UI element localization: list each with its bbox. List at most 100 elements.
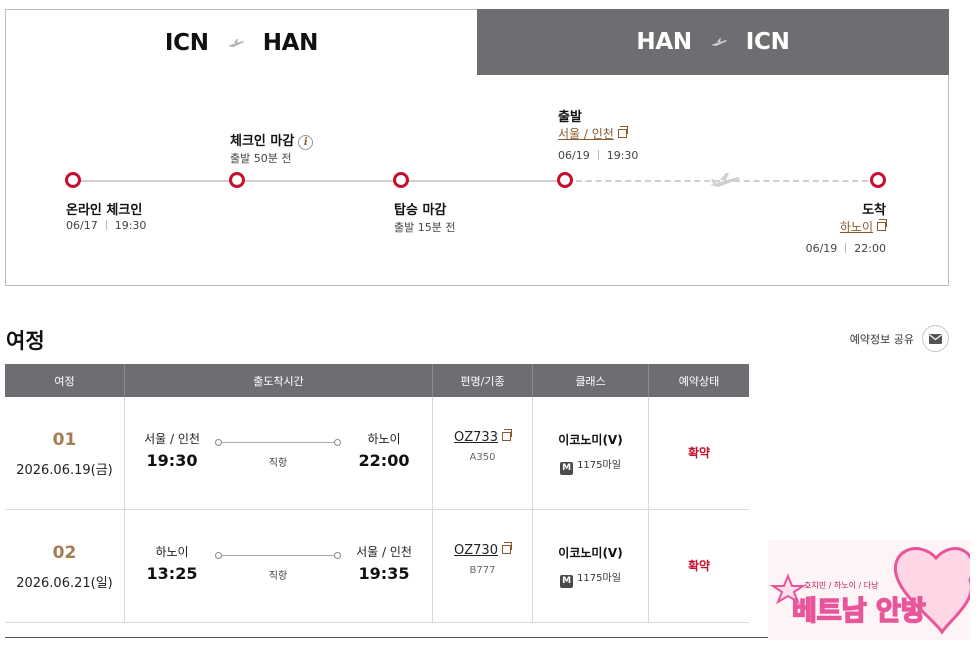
checkin-deadline-label: 체크인 마감 [230,134,295,149]
online-checkin-time: 19:30 [114,219,147,232]
timeline-dot-online-checkin [65,172,81,188]
departure-date: 06/19 [558,149,590,162]
tab-inbound-to: ICN [745,29,790,55]
table-header: 여정 출도착시간 편명/기종 클래스 예약상태 [5,364,749,397]
plane-icon [710,38,727,46]
tab-outbound-from: ICN [164,29,209,56]
timeline-panel: 온라인 체크인 06/17 19:30 체크인 마감 i 출발 50분 전 탑승 마… [5,75,949,286]
status-cell: 확약 [649,510,749,622]
header-flight: 편명/기종 [433,364,533,397]
miles-icon: M [560,575,574,588]
header-times: 출도착시간 [125,364,433,397]
header-segment: 여정 [5,364,125,397]
tab-inbound-from: HAN [636,29,692,55]
class-cell: 이코노미(V) M 1175마일 [533,510,649,622]
plane-icon [710,173,740,187]
info-icon[interactable]: i [298,135,314,150]
departure-city: 하노이 [155,545,189,559]
boarding-deadline-note: 출발 15분 전 [394,221,456,234]
flight-number: OZ730 [454,543,498,558]
table-row: 02 2026.06.21(일) 하노이 13:25 직항 서울 / 인천 19… [5,510,749,623]
header-status: 예약상태 [678,374,720,388]
times-cell: 서울 / 인천 19:30 직항 하노이 22:00 [125,397,433,509]
booking-status: 확약 [687,559,711,573]
online-checkin-datetime: 06/17 19:30 [66,219,146,232]
cabin-class: 이코노미(V) [558,546,623,560]
timeline-dot-departure [557,172,573,188]
table-row: 01 2026.06.19(금) 서울 / 인천 19:30 직항 하노이 22… [5,397,749,510]
miles-icon: M [560,462,574,475]
segment-cell: 02 2026.06.21(일) [5,510,125,622]
flight-number: OZ733 [454,430,498,445]
arrival-date: 06/19 [805,242,838,255]
arrival-city: 서울 / 인천 [356,545,412,559]
boarding-deadline-title: 탑승 마감 [394,203,447,218]
timeline-dot-arrival [870,172,886,188]
tab-outbound-to: HAN [262,29,319,56]
miles-value: 1175마일 [577,460,621,471]
arrival-city: 하노이 [839,220,873,234]
online-checkin-date: 06/17 [66,219,98,232]
route-line [215,552,341,559]
tab-outbound[interactable]: ICN HAN [5,9,477,75]
aircraft-type: A350 [469,452,496,463]
cabin-class: 이코노미(V) [558,433,623,447]
arrival-time: 22:00 [854,242,886,255]
share-booking-label: 예약정보 공유 [849,332,914,346]
arrival-time: 19:35 [358,564,410,583]
itinerary-title: 여정 [6,329,45,353]
external-link-icon [501,429,512,441]
arrival-city-link[interactable]: 하노이 [839,218,887,235]
segment-date: 2026.06.19(금) [16,463,113,478]
arrival-datetime: 06/19 22:00 [806,242,886,255]
departure-datetime: 06/19 19:30 [558,149,638,162]
plane-icon [227,38,244,47]
mail-icon [929,333,942,344]
status-cell: 확약 [649,397,749,509]
arrival-time: 22:00 [358,451,410,470]
miles-value: 1175마일 [577,573,621,584]
departure-city-link[interactable]: 서울 / 인천 [558,125,628,142]
segment-cell: 01 2026.06.19(금) [5,397,125,509]
header-class: 클래스 [533,364,649,397]
booking-status: 확약 [687,446,711,460]
watermark-small-text: 호치민 / 하노이 / 다낭 [804,580,879,590]
watermark-big-text: 베트남 안방 [792,596,926,627]
arrival-title: 도착 [862,203,886,218]
aircraft-type: B777 [469,565,496,576]
flight-number-link[interactable]: OZ730 [433,542,532,558]
share-icon-circle[interactable] [922,325,949,352]
class-cell: 이코노미(V) M 1175마일 [533,397,649,509]
times-cell: 하노이 13:25 직항 서울 / 인천 19:35 [125,510,433,622]
flight-type: 직항 [268,571,288,582]
arrival-city: 하노이 [367,432,401,446]
flight-number-link[interactable]: OZ733 [433,429,532,445]
external-link-icon [617,126,628,138]
miles-info: M 1175마일 [533,456,648,475]
external-link-icon [501,542,512,554]
departure-time: 19:30 [146,451,198,470]
route-tabs: ICN HAN HAN ICN [5,9,949,75]
segment-number: 02 [52,543,77,563]
departure-title: 출발 [558,110,582,125]
timeline-line [73,180,566,182]
flight-type: 직항 [268,458,288,469]
checkin-deadline-title: 체크인 마감 i [230,130,314,150]
miles-info: M 1175마일 [533,569,648,588]
departure-time: 13:25 [146,564,198,583]
timeline-dot-boarding-deadline [393,172,409,188]
departure-time: 19:30 [606,149,639,162]
departure-city: 서울 / 인천 [558,127,614,141]
departure-city: 서울 / 인천 [144,432,200,446]
share-booking-button[interactable]: 예약정보 공유 [850,325,949,352]
segment-date: 2026.06.21(일) [16,576,113,591]
online-checkin-title: 온라인 체크인 [66,203,143,218]
itinerary-table: 여정 출도착시간 편명/기종 클래스 예약상태 01 2026.06.19(금)… [5,364,749,623]
flight-cell: OZ730 B777 [433,510,533,622]
watermark-logo: 호치민 / 하노이 / 다낭 베트남 안방 [768,540,970,640]
checkin-deadline-note: 출발 50분 전 [230,152,292,165]
external-link-icon [877,219,887,231]
flight-cell: OZ733 A350 [433,397,533,509]
tab-inbound[interactable]: HAN ICN [477,9,949,75]
segment-number: 01 [52,430,77,450]
